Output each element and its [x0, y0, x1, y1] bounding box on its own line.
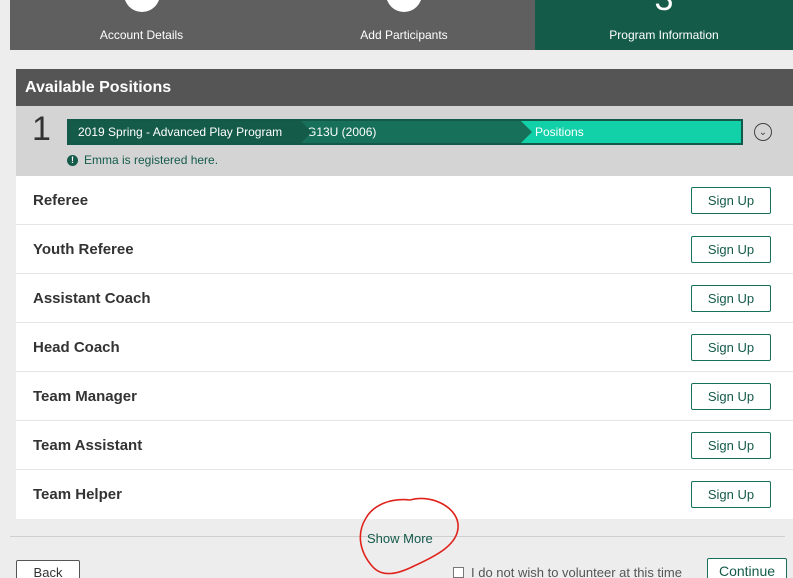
step-label: Account Details [99, 28, 184, 42]
breadcrumb-program[interactable]: 2019 Spring - Advanced Play Program [69, 121, 312, 143]
collapse-toggle-icon[interactable]: ⌄ [754, 123, 772, 141]
continue-button[interactable]: Continue [707, 558, 787, 578]
position-name: Team Helper [33, 486, 122, 503]
position-name: Team Manager [33, 387, 137, 405]
step-add-participants[interactable]: Add Participants [273, 0, 535, 50]
sign-up-button[interactable]: Sign Up [691, 186, 771, 214]
step-circle-icon [386, 0, 422, 12]
optout-checkbox[interactable] [453, 567, 464, 578]
progress-steps: Account Details Add Participants 3 Progr… [10, 0, 793, 50]
step-program-information[interactable]: 3 Program Information [535, 0, 793, 50]
red-circle-annotation-icon [359, 497, 459, 575]
position-name: Referee [33, 191, 89, 209]
sign-up-button[interactable]: Sign Up [691, 284, 771, 312]
available-positions-panel: Available Positions 1 2019 Spring - Adva… [16, 69, 793, 519]
position-name: Team Assistant [33, 436, 143, 454]
list-item: Youth Referee Sign Up [16, 225, 793, 274]
list-item: Team Manager Sign Up [16, 372, 793, 421]
list-item: Referee Sign Up [16, 176, 793, 225]
sign-up-button[interactable]: Sign Up [691, 382, 771, 410]
step-label: Add Participants [360, 28, 448, 42]
list-item: Team Assistant Sign Up [16, 421, 793, 470]
registration-note-text: Emma is registered here. [84, 153, 219, 167]
sign-up-button[interactable]: Sign Up [691, 431, 771, 459]
position-name: Head Coach [33, 338, 120, 356]
positions-list: Referee Sign Up Youth Referee Sign Up As… [16, 176, 793, 519]
sign-up-button[interactable]: Sign Up [691, 333, 771, 361]
optout-label: I do not wish to volunteer at this time [471, 565, 682, 578]
volunteer-optout[interactable]: I do not wish to volunteer at this time [453, 565, 682, 578]
program-number: 1 [32, 110, 51, 148]
step-circle-icon [123, 0, 160, 12]
breadcrumb-positions[interactable]: Positions [521, 121, 741, 143]
registration-note: ! Emma is registered here. [67, 153, 218, 167]
sign-up-button[interactable]: Sign Up [691, 235, 771, 263]
breadcrumb-division[interactable]: G13U (2006) [301, 121, 532, 143]
program-breadcrumb: 2019 Spring - Advanced Play Program G13U… [67, 119, 743, 145]
back-button[interactable]: Back [16, 560, 80, 578]
step-account-details[interactable]: Account Details [10, 0, 273, 50]
program-bar: 1 2019 Spring - Advanced Play Program G1… [16, 106, 793, 176]
info-icon: ! [67, 154, 78, 166]
registration-page: Account Details Add Participants 3 Progr… [0, 0, 793, 578]
position-name: Youth Referee [33, 240, 134, 258]
list-item: Assistant Coach Sign Up [16, 274, 793, 323]
sign-up-button[interactable]: Sign Up [691, 481, 771, 508]
step-label: Program Information [609, 28, 719, 42]
list-item: Head Coach Sign Up [16, 323, 793, 372]
panel-title: Available Positions [16, 69, 793, 106]
step-number: 3 [655, 0, 674, 16]
position-name: Assistant Coach [33, 289, 151, 307]
